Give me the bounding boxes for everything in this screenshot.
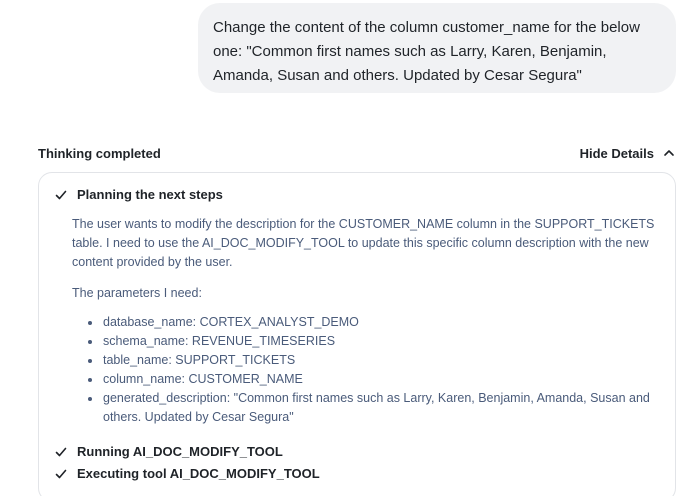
list-item: column_name: CUSTOMER_NAME <box>88 370 662 389</box>
chat-page: Change the content of the column custome… <box>0 0 700 496</box>
check-icon <box>55 447 67 456</box>
list-item: generated_description: "Common first nam… <box>88 389 662 427</box>
hide-details-label: Hide Details <box>579 145 654 161</box>
parameters-list: database_name: CORTEX_ANALYST_DEMO schem… <box>72 313 662 427</box>
user-message-bubble: Change the content of the column custome… <box>198 3 676 93</box>
user-message-text: Change the content of the column custome… <box>213 19 640 84</box>
chevron-up-icon <box>664 150 674 156</box>
step-label: Executing tool AI_DOC_MODIFY_TOOL <box>77 466 320 481</box>
list-item: database_name: CORTEX_ANALYST_DEMO <box>88 313 662 332</box>
parameters-intro: The parameters I need: <box>72 286 202 300</box>
step-running-tool: Running AI_DOC_MODIFY_TOOL <box>55 444 283 459</box>
step-planning: Planning the next steps <box>55 187 223 202</box>
step-executing-tool: Executing tool AI_DOC_MODIFY_TOOL <box>55 466 320 481</box>
step-label: Running AI_DOC_MODIFY_TOOL <box>77 444 283 459</box>
reasoning-paragraph: The user wants to modify the description… <box>72 217 655 269</box>
thinking-header: Thinking completed Hide Details <box>38 143 676 163</box>
check-icon <box>55 190 67 199</box>
thinking-details-panel: Planning the next steps The user wants t… <box>38 172 676 496</box>
list-item: schema_name: REVENUE_TIMESERIES <box>88 332 662 351</box>
thinking-status: Thinking completed <box>38 145 161 161</box>
step-planning-body: The user wants to modify the description… <box>72 215 662 427</box>
hide-details-button[interactable]: Hide Details <box>580 146 676 161</box>
check-icon <box>55 469 67 478</box>
step-label: Planning the next steps <box>77 187 223 202</box>
list-item: table_name: SUPPORT_TICKETS <box>88 351 662 370</box>
